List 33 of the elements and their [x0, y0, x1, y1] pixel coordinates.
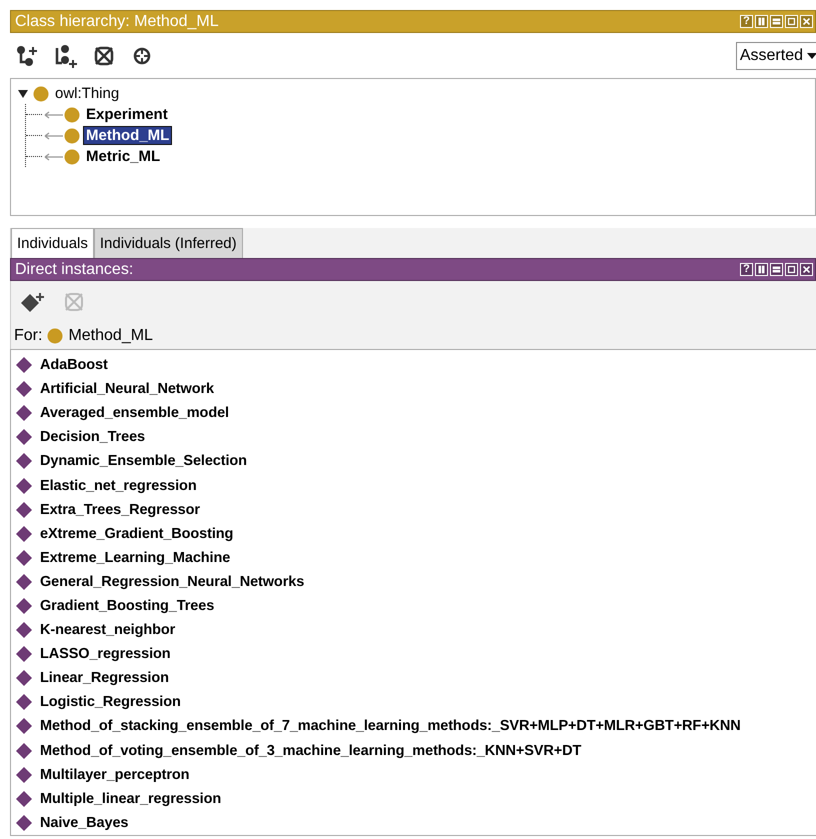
individual-item[interactable]: Logistic_Regression: [40, 694, 181, 710]
individual-item[interactable]: Multiple_linear_regression: [40, 790, 222, 807]
panel-title: Direct instances:: [15, 260, 134, 278]
individual-item[interactable]: Linear_Regression: [40, 670, 169, 686]
individual-item[interactable]: Averaged_ensemble_model: [40, 405, 229, 422]
help-button[interactable]: ?: [740, 15, 753, 28]
individual-item[interactable]: Gradient_Boosting_Trees: [40, 598, 214, 614]
class-node[interactable]: owl:Thing: [53, 85, 122, 102]
class-node[interactable]: Metric_ML: [84, 148, 162, 165]
individual-item[interactable]: AdaBoost: [40, 357, 108, 374]
individual-item[interactable]: Decision_Trees: [40, 429, 145, 446]
class-name: Method_ML: [68, 327, 153, 345]
individual-item[interactable]: eXtreme_Gradient_Boosting: [40, 526, 234, 542]
individual-item[interactable]: Multilayer_perceptron: [40, 766, 190, 783]
individual-item[interactable]: Extreme_Learning_Machine: [40, 550, 230, 566]
individual-item[interactable]: Artificial_Neural_Network: [40, 381, 214, 398]
view-dropdown[interactable]: Asserted: [736, 42, 816, 70]
for-label: For:: [14, 327, 42, 345]
tab[interactable]: Individuals (Inferred): [94, 228, 243, 258]
tab[interactable]: Individuals: [11, 228, 94, 258]
individual-item[interactable]: LASSO_regression: [40, 646, 171, 662]
individual-item[interactable]: Extra_Trees_Regressor: [40, 502, 200, 518]
help-button[interactable]: ?: [740, 263, 753, 276]
class-node[interactable]: Experiment: [84, 106, 170, 123]
individual-item[interactable]: Method_of_voting_ensemble_of_3_machine_learning_methods:_KNN+SVR+DT: [40, 742, 582, 759]
individual-item[interactable]: Naive_Bayes: [40, 814, 128, 831]
panel-title: Class hierarchy: Method_ML: [15, 12, 219, 30]
individual-item[interactable]: Dynamic_Ensemble_Selection: [40, 453, 247, 470]
individual-item[interactable]: General_Regression_Neural_Networks: [40, 574, 304, 590]
individual-item[interactable]: Method_of_stacking_ensemble_of_7_machine_learning_methods:_SVR+MLP+DT+MLR+GBT+RF+KNN: [40, 718, 741, 734]
class-node[interactable]: Method_ML: [84, 127, 172, 144]
individual-item[interactable]: K-nearest_neighbor: [40, 622, 176, 638]
individual-item[interactable]: Elastic_net_regression: [40, 478, 197, 494]
